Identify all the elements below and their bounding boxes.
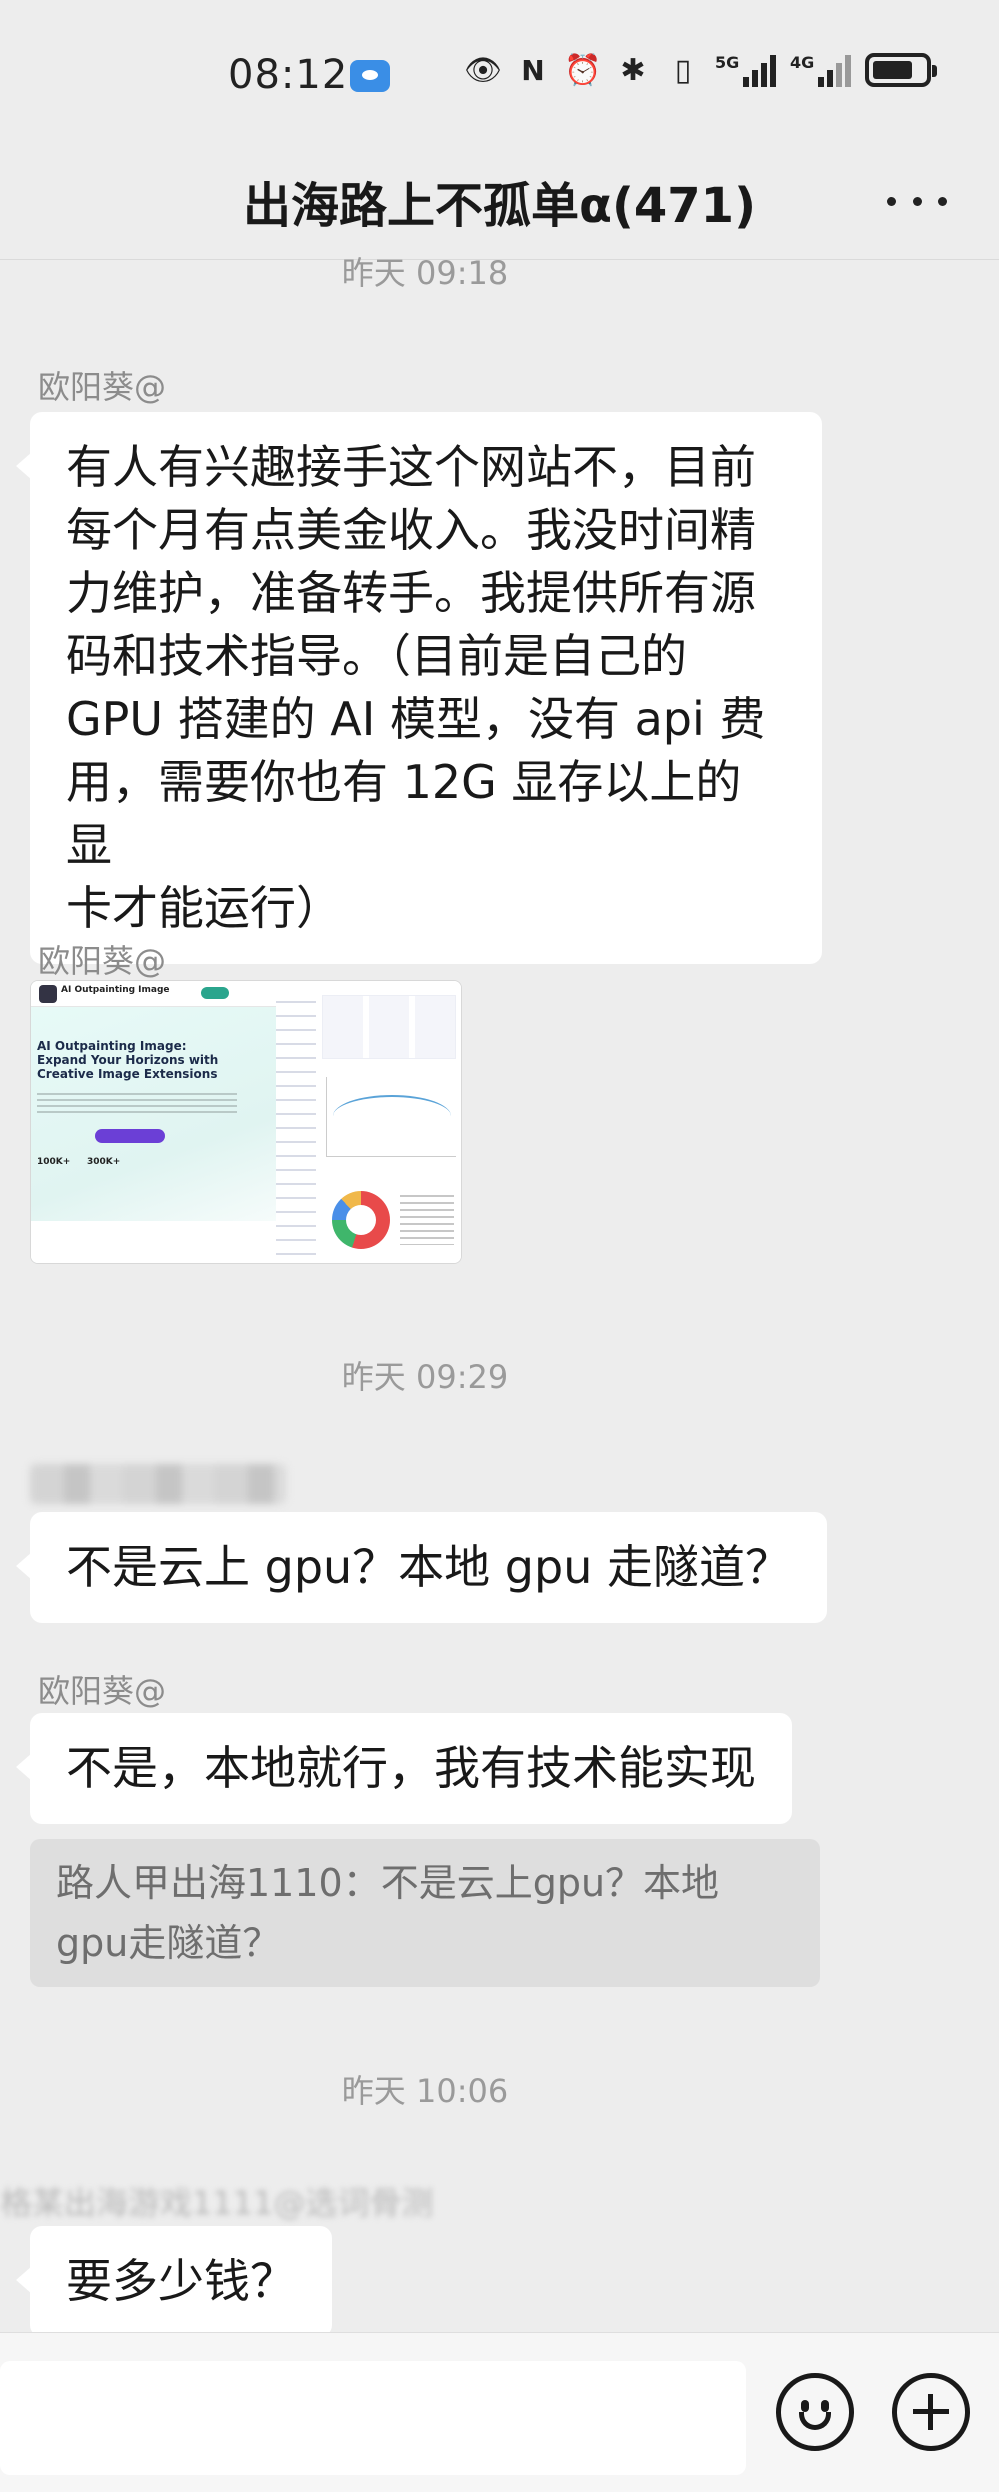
message-bubble[interactable]: 要多少钱？ [16,2226,332,2337]
status-bar: 08:12 👁 N ⏰ ✱ ▯ 5G 4G [0,0,999,150]
vibrate-icon: ▯ [674,52,692,88]
screenshot-donut-chart [332,1191,390,1249]
chat-title: 出海路上不孤单α(471) [242,178,757,234]
quoted-message[interactable]: 路人甲出海1110：不是云上gpu？本地 gpu走隧道？ [30,1839,820,1987]
screenshot-description [37,1093,237,1117]
chat-title-bar: 出海路上不孤单α(471) [0,150,999,260]
message-line: 每个月有点美金收入。我没时间精 [66,503,756,557]
image-message[interactable]: AI Outpainting Image AI Outpainting Imag… [30,980,462,1264]
sender-name: 欧阳葵@ [38,942,167,980]
signal-4g-icon: 4G [790,53,851,87]
message-bubble[interactable]: 有人有兴趣接手这个网站不，目前 每个月有点美金收入。我没时间精 力维护，准备转手… [16,412,822,964]
timestamp: 昨天 09:29 [341,1358,509,1396]
message-line: 用，需要你也有 12G 显存以上的显 [66,755,742,872]
battery-icon [865,53,937,87]
signal-5g-icon: 5G [715,53,776,87]
screenshot-stat: 100K+ [37,1157,71,1167]
screenshot-sidebar [276,993,316,1263]
quote-line: 路人甲出海1110：不是云上gpu？本地 [56,1861,720,1905]
message-line: GPU 搭建的 AI 模型，没有 api 费 [66,692,766,746]
message-line: 不是，本地就行，我有技术能实现 [66,1741,756,1795]
message-line: 有人有兴趣接手这个网站不，目前 [66,440,756,494]
quote-line: gpu走隧道？ [56,1921,281,1965]
message-input[interactable] [0,2361,746,2475]
status-icons: 👁 N ⏰ ✱ ▯ 5G 4G [463,52,937,88]
emoji-smile-icon[interactable] [776,2373,854,2451]
message-bubble[interactable]: 不是，本地就行，我有技术能实现 [16,1713,792,1824]
eye-icon: 👁 [463,52,503,88]
screenshot-legend [400,1195,454,1245]
message-line: 不是云上 gpu？本地 gpu 走隧道？ [66,1540,791,1594]
timestamp: 昨天 09:18 [341,254,509,292]
sender-name: 格某出海游戏1111@选词骨测 [0,2184,434,2222]
screenshot-landing-page: AI Outpainting Image AI Outpainting Imag… [31,981,276,1263]
alarm-icon: ⏰ [564,52,602,88]
message-notification-icon [350,60,390,92]
plus-circle-icon[interactable] [892,2373,970,2451]
screenshot-cta [95,1129,165,1143]
screenshot-stat-cards [322,995,456,1059]
status-time: 08:12 [228,52,349,98]
sender-name-blurred [30,1464,286,1504]
message-line: 力维护，准备转手。我提供所有源 [66,566,756,620]
message-bubble[interactable]: 不是云上 gpu？本地 gpu 走隧道？ [16,1512,827,1623]
screenshot-line-chart [326,1077,456,1157]
screenshot-footer [31,1221,276,1263]
bluetooth-icon: ✱ [620,52,646,88]
more-horizontal-icon[interactable] [887,186,947,216]
sender-name: 欧阳葵@ [38,368,167,406]
screenshot-nav: AI Outpainting Image [31,981,276,1007]
screenshot-nav-button [201,987,229,999]
message-line: 要多少钱？ [66,2254,296,2308]
message-line: 卡才能运行） [66,881,342,935]
screenshot-headline: AI Outpainting Image: Expand Your Horizo… [37,1039,219,1081]
timestamp: 昨天 10:06 [341,2072,509,2110]
screenshot-stat: 300K+ [87,1157,121,1167]
input-bar [0,2332,999,2492]
screenshot-brand: AI Outpainting Image [61,985,170,995]
sender-name: 欧阳葵@ [38,1672,167,1710]
message-line: 码和技术指导。（目前是自己的 [66,629,687,683]
site-logo-icon [39,985,57,1003]
nfc-icon: N [521,53,545,87]
screenshot-dashboard [276,981,461,1263]
